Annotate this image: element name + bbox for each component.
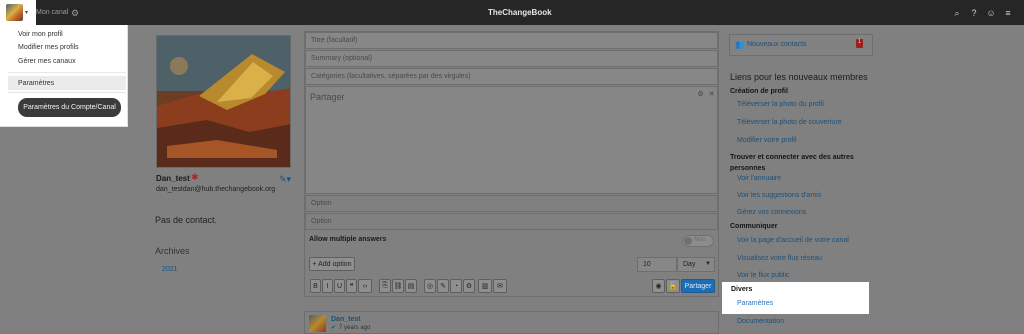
- check-icon: ✔: [331, 325, 337, 331]
- search-icon[interactable]: ⌕: [952, 8, 962, 18]
- connect-section-header: Trouver et connecter avec des autres per…: [730, 154, 854, 172]
- bold-button[interactable]: B: [310, 279, 321, 293]
- preview-button[interactable]: ◉: [652, 279, 665, 293]
- channel-home-link[interactable]: Voir la page d'accueil de votre canal: [737, 237, 849, 244]
- edit-profiles-menu-item[interactable]: Modifier mes profils: [18, 44, 79, 51]
- file-button[interactable]: ▤: [405, 279, 417, 293]
- globe-button[interactable]: ◎: [424, 279, 436, 293]
- network-stream-link[interactable]: Visualisez votre flux réseau: [737, 255, 822, 262]
- help-icon[interactable]: ?: [969, 8, 979, 18]
- account-settings-button[interactable]: Paramètres du Compte/Canal: [18, 98, 121, 117]
- pen-button[interactable]: ✎: [437, 279, 449, 293]
- add-option-button[interactable]: + Add option: [309, 257, 355, 271]
- chevron-down-icon: ▼: [705, 261, 711, 267]
- caret-down-icon: ▾: [25, 10, 29, 16]
- categories-input[interactable]: Catégories (facultatives, séparées par d…: [305, 68, 718, 85]
- share-button[interactable]: Partager: [681, 279, 715, 293]
- summary-input[interactable]: Summary (optional): [305, 50, 718, 67]
- profile-section-header: Création de profil: [730, 88, 788, 95]
- gear-icon[interactable]: ⚙: [70, 8, 80, 18]
- profile-photo: [156, 35, 291, 168]
- misc-settings-link[interactable]: Paramètres: [737, 300, 773, 307]
- friend-suggestions-link[interactable]: Voir les suggestions d'amis: [737, 192, 821, 199]
- new-contacts-badge: 1: [856, 39, 863, 48]
- communicate-section-header: Communiquer: [730, 223, 778, 230]
- comment-button[interactable]: ✉: [493, 279, 507, 293]
- toggle-label: Non: [694, 237, 706, 243]
- poll-option-input-2[interactable]: Option: [305, 213, 718, 230]
- underline-button[interactable]: U: [334, 279, 345, 293]
- channel-label[interactable]: Mon canal: [36, 9, 68, 16]
- documentation-link[interactable]: Documentation: [737, 318, 784, 325]
- view-profile-menu-item[interactable]: Voir mon profil: [18, 31, 63, 38]
- post-body-textarea[interactable]: [305, 86, 718, 194]
- quote-button[interactable]: ❝: [346, 279, 357, 293]
- no-contacts-text: Pas de contact.: [155, 215, 218, 225]
- lock-button[interactable]: 🔓: [666, 279, 680, 293]
- edit-pencil-icon[interactable]: ✎▾: [279, 174, 291, 184]
- title-input[interactable]: Titre (facultatif): [305, 32, 718, 49]
- menu-icon[interactable]: ≡: [1003, 8, 1013, 18]
- directory-link[interactable]: Voir l'annuaire: [737, 175, 781, 182]
- manage-channels-menu-item[interactable]: Gérer mes canaux: [18, 58, 76, 65]
- code-button[interactable]: ‹›: [358, 279, 372, 293]
- poll-option-input-1[interactable]: Option: [305, 195, 718, 212]
- archives-title: Archives: [155, 246, 190, 256]
- duration-value-input[interactable]: 10: [637, 257, 677, 272]
- italic-button[interactable]: I: [322, 279, 333, 293]
- app-title: TheChangeBook: [488, 8, 552, 17]
- edit-profile-link[interactable]: Modifier votre profil: [737, 137, 797, 144]
- user-icon[interactable]: ☺: [986, 8, 996, 18]
- close-icon[interactable]: ✕: [707, 89, 716, 98]
- new-members-links-title: Liens pour les nouveaux membres: [730, 72, 868, 82]
- verified-badge-icon: ✱: [191, 172, 199, 182]
- settings-icon[interactable]: ⚙: [696, 89, 705, 98]
- cog-button[interactable]: ⚙: [463, 279, 475, 293]
- post-time: 7 years ago: [339, 325, 371, 331]
- settings-menu-item[interactable]: Paramètres: [18, 80, 54, 87]
- post-avatar: [309, 315, 326, 332]
- upload-profile-photo-link[interactable]: Téléverser la photo du profil: [737, 101, 824, 108]
- upload-cover-photo-link[interactable]: Téléverser la photo de couverture: [737, 119, 842, 126]
- menu-divider: [8, 72, 126, 73]
- allow-multiple-label: Allow multiple answers: [309, 236, 387, 243]
- manage-connections-link[interactable]: Gérez vos connexions: [737, 209, 806, 216]
- misc-section-header: Divers: [731, 286, 753, 293]
- clock-button[interactable]: ◔: [450, 279, 462, 293]
- toggle-knob: [684, 237, 692, 245]
- attach-button[interactable]: ⎘: [379, 279, 391, 293]
- profile-name[interactable]: Dan_test: [156, 174, 190, 183]
- new-contacts-link[interactable]: Nouveaux contacts: [747, 41, 807, 48]
- users-icon: 👥: [735, 40, 745, 49]
- profile-address: dan_testdan@hub.thechangebook.org: [156, 186, 276, 193]
- public-stream-link[interactable]: Voir le flux public: [737, 272, 790, 279]
- post-author[interactable]: Dan_test: [331, 316, 361, 323]
- archive-year-link[interactable]: 2021: [162, 266, 178, 273]
- post-body-placeholder: Partager: [310, 92, 345, 102]
- chart-button[interactable]: ▥: [478, 279, 492, 293]
- avatar[interactable]: [6, 4, 23, 21]
- link-button[interactable]: ⛓: [392, 279, 404, 293]
- menu-divider-2: [8, 92, 126, 93]
